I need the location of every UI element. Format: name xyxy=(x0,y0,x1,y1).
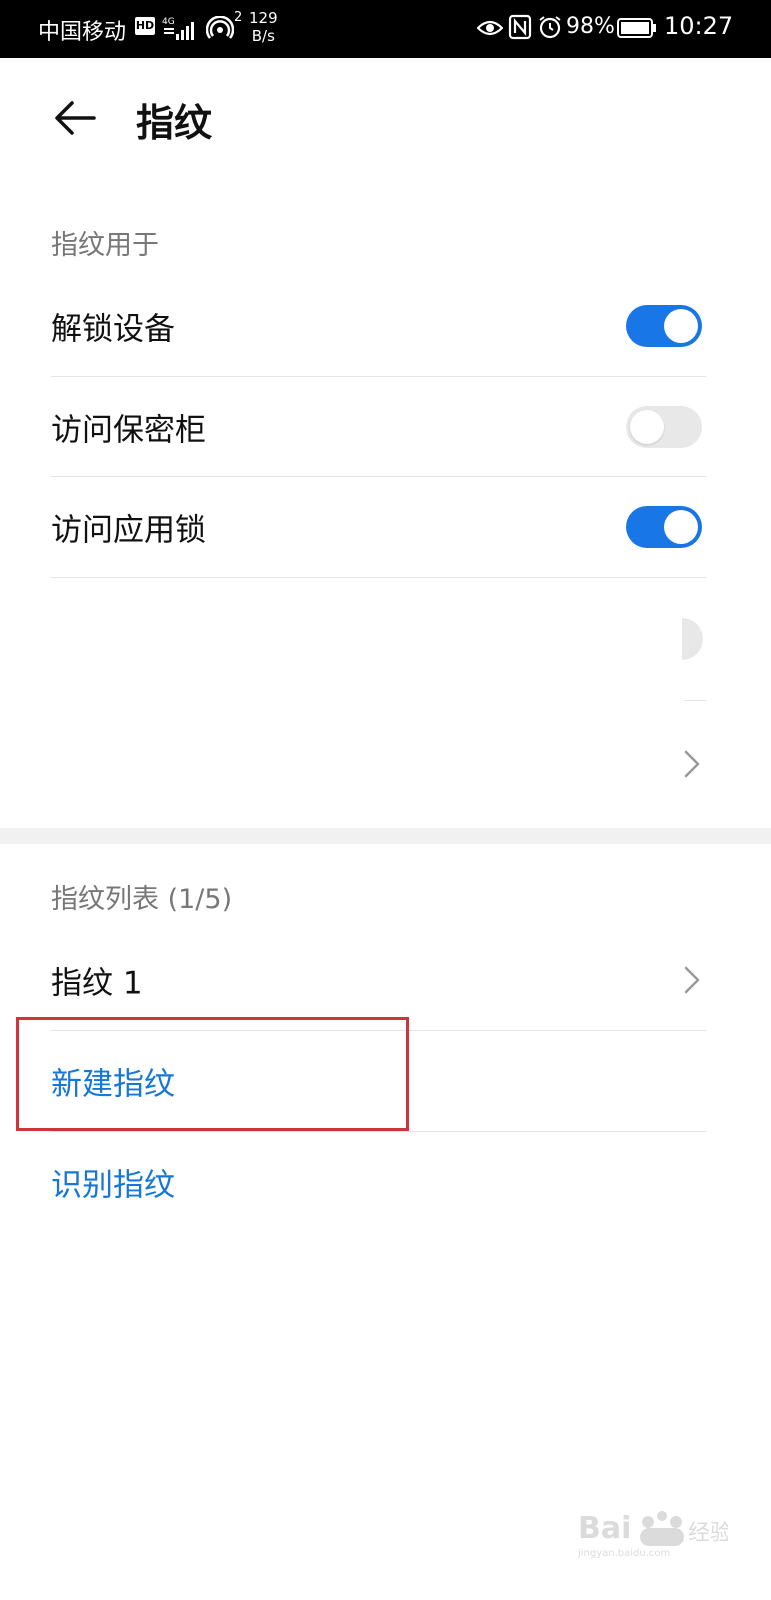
partial-toggle-icon[interactable] xyxy=(682,618,704,660)
network-type-label: 4G xyxy=(162,17,175,27)
speed-unit: B/s xyxy=(251,27,275,45)
chevron-right-icon[interactable] xyxy=(684,750,700,778)
signal-icon: 4G xyxy=(162,17,194,40)
toggle-knob xyxy=(664,510,698,544)
identify-fingerprint-button[interactable]: 识别指纹 xyxy=(51,1160,175,1205)
baidu-watermark-logo: Bai 经验 jingyan.baidu.com xyxy=(578,1511,728,1559)
arrow-left-icon[interactable] xyxy=(50,93,100,143)
section-separator xyxy=(0,828,771,844)
chevron-right-icon xyxy=(684,966,700,994)
section-label-usage: 指纹用于 xyxy=(51,230,159,261)
unlock-device-toggle[interactable] xyxy=(626,305,702,347)
carrier-label: 中国移动 xyxy=(38,20,127,45)
app-lock-row[interactable]: 访问应用锁 xyxy=(51,477,706,577)
hotspot-icon xyxy=(206,16,234,39)
highlight-annotation xyxy=(16,1017,409,1131)
page-title: 指纹 xyxy=(136,101,213,145)
alarm-icon xyxy=(539,16,561,39)
safe-access-toggle[interactable] xyxy=(626,406,702,448)
svg-text:Bai: Bai xyxy=(578,1511,631,1546)
nfc-icon xyxy=(508,14,532,40)
speed-value: 129 xyxy=(249,9,278,27)
status-bar: 中国移动 HD 4G 2 129 B/s 98% 10:27 xyxy=(0,0,771,58)
safe-access-row[interactable]: 访问保密柜 xyxy=(51,377,706,477)
network-speed: 129 B/s xyxy=(249,9,278,45)
identify-fingerprint-row[interactable]: 识别指纹 xyxy=(51,1132,706,1232)
battery-percent: 98% xyxy=(566,14,615,39)
section-label-fingerprint-list: 指纹列表 (1/5) xyxy=(51,884,233,915)
svg-text:jingyan.baidu.com: jingyan.baidu.com xyxy=(578,1548,670,1559)
toggle-knob xyxy=(664,309,698,343)
unlock-device-row[interactable]: 解锁设备 xyxy=(51,276,706,376)
safe-access-label: 访问保密柜 xyxy=(51,412,206,449)
battery-icon xyxy=(617,18,656,38)
fingerprint-1-label: 指纹 1 xyxy=(51,965,143,1002)
app-lock-toggle[interactable] xyxy=(626,506,702,548)
fingerprint-1-row[interactable]: 指纹 1 xyxy=(51,930,706,1030)
toggle-knob xyxy=(630,410,664,444)
svg-text:经验: 经验 xyxy=(688,1521,728,1546)
app-lock-label: 访问应用锁 xyxy=(51,512,206,549)
clock: 10:27 xyxy=(664,12,734,40)
divider xyxy=(51,577,706,578)
hotspot-count: 2 xyxy=(234,10,243,25)
divider xyxy=(684,700,706,701)
unlock-device-label: 解锁设备 xyxy=(51,311,175,348)
hd-badge: HD xyxy=(135,17,155,35)
eye-comfort-icon xyxy=(477,20,503,36)
